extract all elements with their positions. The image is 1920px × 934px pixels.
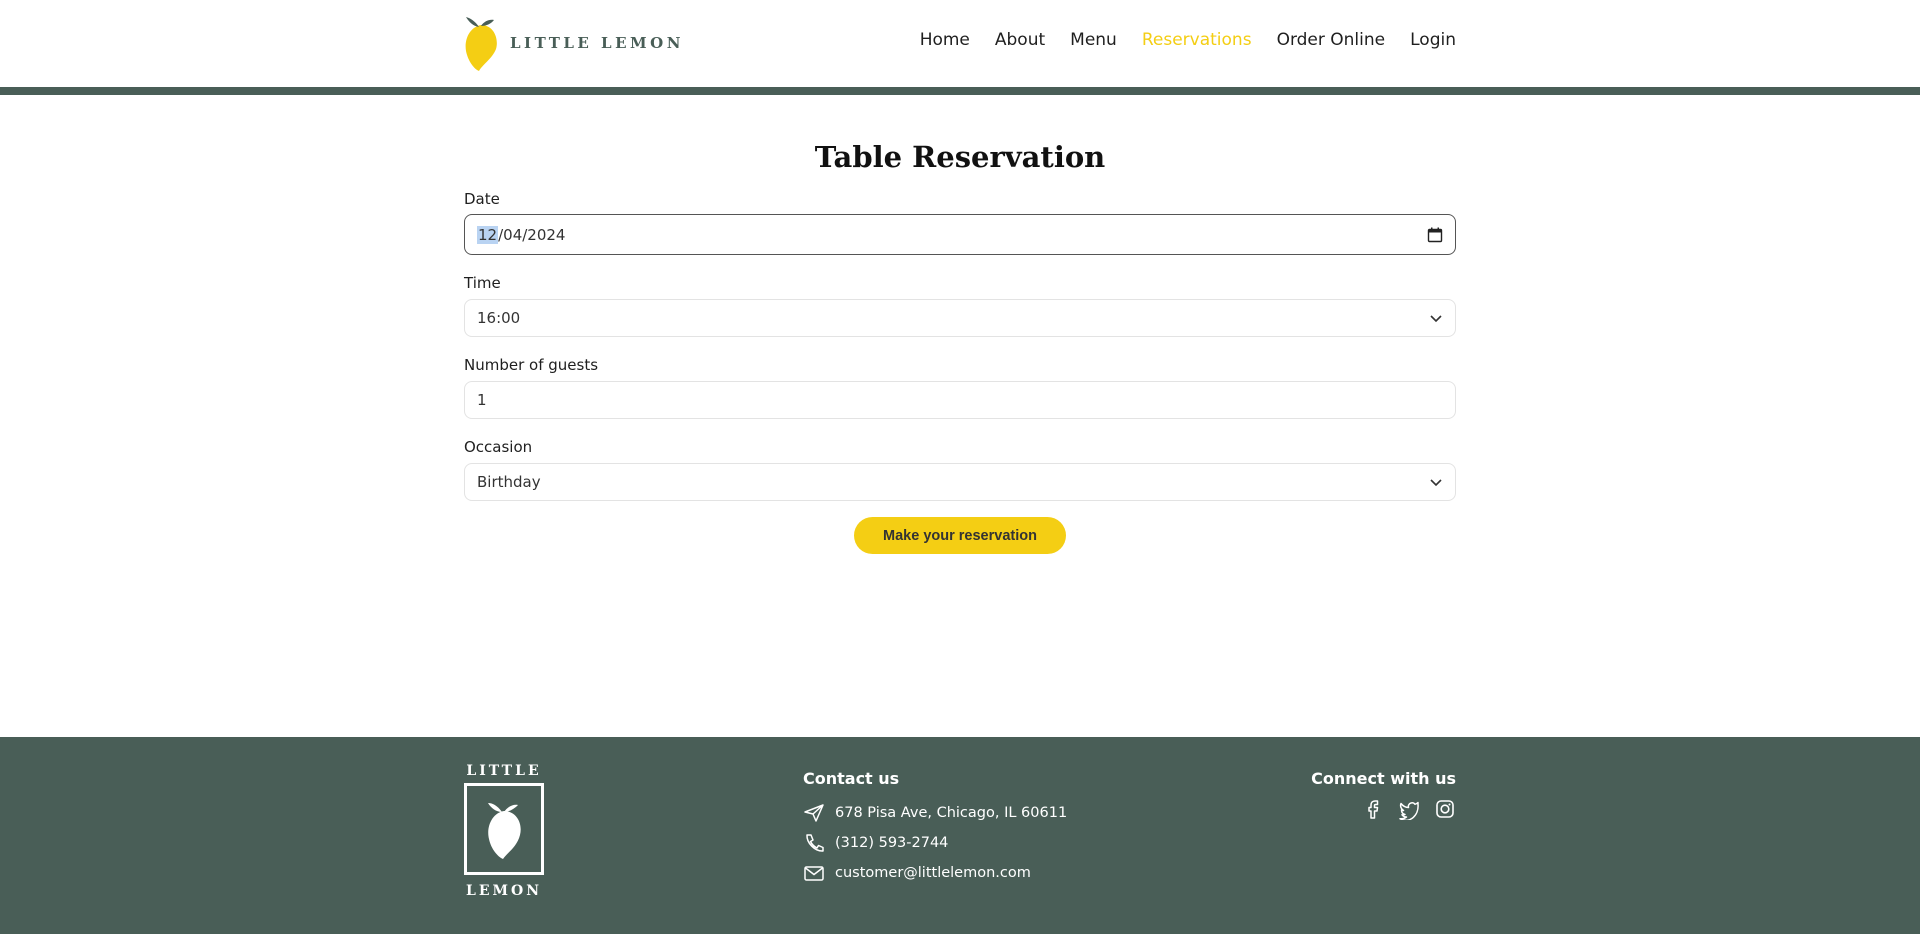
date-label: Date [464, 190, 500, 208]
footer-lemon-icon [464, 783, 544, 875]
contact-section: Contact us 678 Pisa Ave, Chicago, IL 606… [803, 769, 1067, 888]
occasion-label: Occasion [464, 438, 533, 456]
date-input[interactable]: 12/04/2024 [464, 214, 1456, 255]
occasion-select[interactable]: Birthday [464, 463, 1456, 501]
footer-logo-bottom: LEMON [465, 883, 542, 899]
instagram-icon[interactable] [1434, 798, 1456, 820]
time-select[interactable]: 16:00 [464, 299, 1456, 337]
time-value: 16:00 [477, 309, 521, 327]
nav-reservations[interactable]: Reservations [1142, 30, 1252, 50]
site-logo[interactable]: LITTLE LEMON [464, 15, 684, 71]
header-divider [0, 87, 1920, 95]
site-footer: LITTLE LEMON Contact us 678 Pisa Ave, Ch… [0, 737, 1920, 934]
contact-heading: Contact us [803, 769, 900, 788]
site-header: LITTLE LEMON Home About Menu Reservation… [0, 0, 1920, 87]
date-month-segment[interactable]: 12 [477, 225, 499, 244]
guests-label: Number of guests [464, 356, 599, 374]
connect-section: Connect with us [1311, 769, 1456, 820]
page-title: Table Reservation [814, 140, 1106, 174]
nav-menu[interactable]: Menu [1070, 30, 1117, 50]
contact-address: 678 Pisa Ave, Chicago, IL 60611 [803, 798, 1067, 828]
nav-order-online[interactable]: Order Online [1277, 30, 1386, 50]
connect-heading: Connect with us [1311, 769, 1456, 788]
address-text: 678 Pisa Ave, Chicago, IL 60611 [835, 805, 1068, 821]
occasion-value: Birthday [477, 473, 541, 491]
contact-email: customer@littlelemon.com [803, 858, 1067, 888]
calendar-icon[interactable] [1427, 227, 1443, 243]
chevron-down-icon [1429, 311, 1443, 325]
email-text[interactable]: customer@littlelemon.com [835, 865, 1031, 881]
footer-logo-top: LITTLE [466, 763, 542, 779]
lemon-logo-icon [465, 17, 497, 71]
logo-text: LITTLE LEMON [510, 34, 684, 52]
phone-icon [803, 833, 825, 853]
time-label: Time [464, 274, 501, 292]
social-links [1311, 798, 1456, 820]
nav-home[interactable]: Home [920, 30, 970, 50]
main-nav: Home About Menu Reservations Order Onlin… [920, 30, 1456, 50]
facebook-icon[interactable] [1362, 798, 1384, 820]
nav-login[interactable]: Login [1410, 30, 1456, 50]
contact-phone: (312) 593-2744 [803, 828, 1067, 858]
guests-input[interactable]: 1 [464, 381, 1456, 419]
send-icon [803, 803, 825, 823]
phone-text[interactable]: (312) 593-2744 [835, 835, 948, 851]
twitter-icon[interactable] [1398, 798, 1420, 820]
footer-logo[interactable]: LITTLE LEMON [464, 763, 544, 899]
nav-about[interactable]: About [995, 30, 1045, 50]
date-value: 12/04/2024 [477, 225, 566, 244]
mail-icon [803, 863, 825, 883]
guests-value: 1 [477, 391, 487, 409]
date-rest: /04/2024 [498, 225, 566, 244]
chevron-down-icon [1429, 475, 1443, 489]
make-reservation-button[interactable]: Make your reservation [854, 517, 1066, 554]
